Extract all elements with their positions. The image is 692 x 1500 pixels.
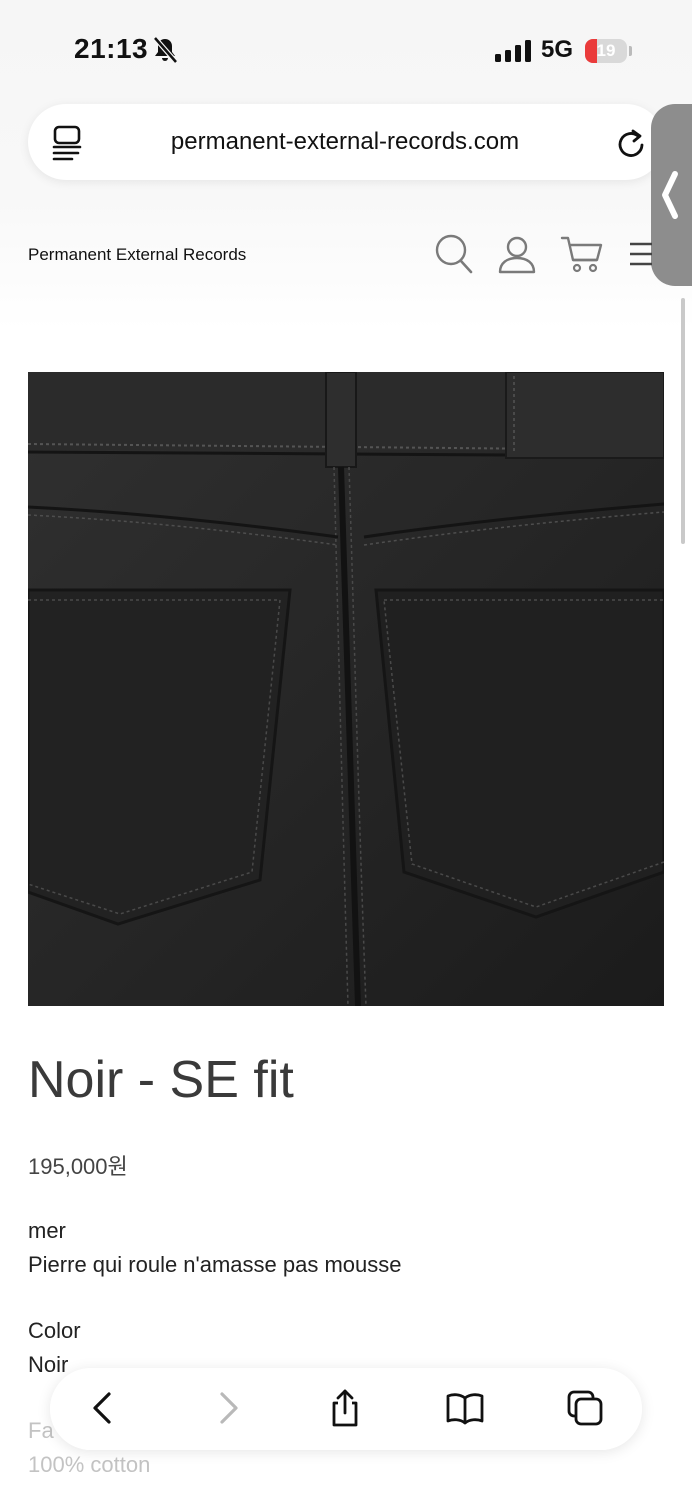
cart-icon[interactable] bbox=[560, 234, 604, 274]
bookmarks-icon[interactable] bbox=[445, 1388, 485, 1428]
color-label: Color bbox=[28, 1318, 81, 1343]
site-brand[interactable]: Permanent External Records bbox=[28, 245, 246, 265]
battery-nub bbox=[629, 46, 632, 56]
signal-icon bbox=[495, 40, 531, 62]
reader-icon[interactable] bbox=[52, 125, 84, 161]
share-icon[interactable] bbox=[325, 1388, 365, 1428]
menu-icon[interactable] bbox=[628, 240, 652, 268]
description-text: Pierre qui roule n'amasse pas mousse bbox=[28, 1252, 402, 1277]
battery-percent: 19 bbox=[596, 41, 616, 60]
side-chevron-icon[interactable] bbox=[659, 168, 683, 222]
network-type: 5G bbox=[541, 36, 574, 63]
product-title: Noir - SE fit bbox=[28, 1051, 294, 1109]
reload-icon[interactable] bbox=[616, 126, 648, 160]
forward-icon[interactable] bbox=[207, 1388, 247, 1428]
search-icon[interactable] bbox=[434, 233, 474, 275]
fabric-label: Fa bbox=[28, 1418, 54, 1443]
scroll-indicator[interactable] bbox=[681, 298, 685, 544]
url-text[interactable]: permanent-external-records.com bbox=[100, 128, 590, 156]
back-icon[interactable] bbox=[84, 1388, 124, 1428]
product-price: 195,000원 bbox=[28, 1154, 128, 1179]
color-value: Noir bbox=[28, 1352, 69, 1377]
tabs-icon[interactable] bbox=[565, 1388, 605, 1428]
user-icon[interactable] bbox=[497, 234, 537, 274]
product-image-denim bbox=[28, 372, 664, 1006]
status-time: 21:13 bbox=[74, 33, 149, 64]
fabric-value: 100% cotton bbox=[28, 1452, 151, 1477]
bell-muted-icon bbox=[153, 36, 178, 64]
description-label: mer bbox=[28, 1218, 66, 1243]
battery-icon: 19 bbox=[585, 39, 627, 63]
product-image[interactable] bbox=[28, 372, 664, 1006]
